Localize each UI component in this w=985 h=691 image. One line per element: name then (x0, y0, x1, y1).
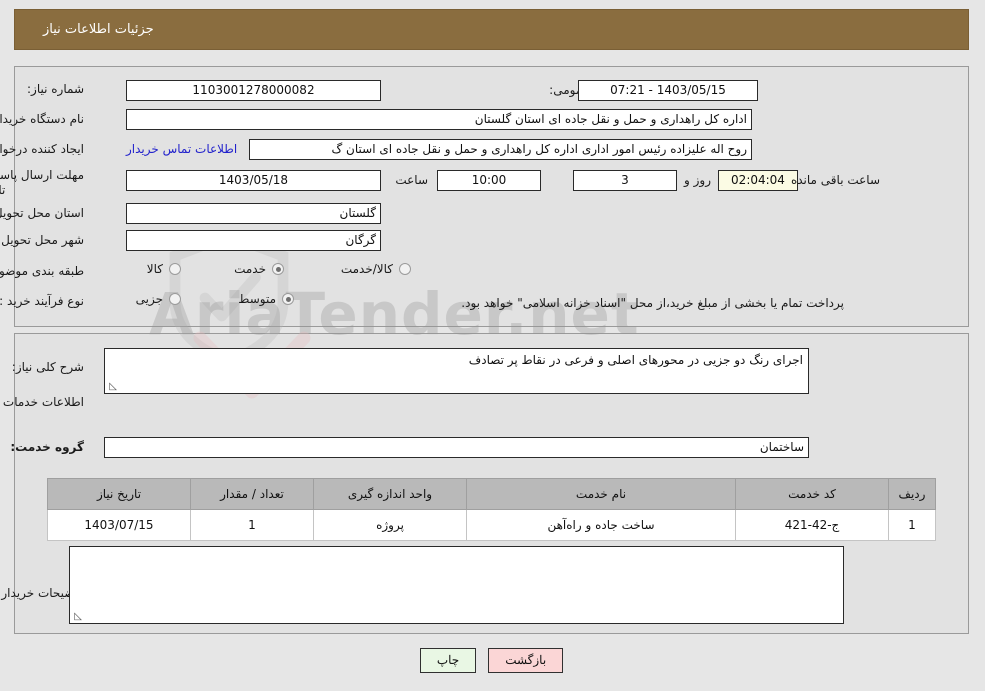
requester-value: روح اله علیزاده رئیس امور اداری اداره کل… (250, 139, 753, 160)
need-description-value: اجرای رنگ دو جزیی در محورهای اصلی و فرعی… (469, 353, 804, 367)
radio-indicator[interactable] (283, 293, 295, 305)
buyer-contact-link[interactable]: اطلاعات تماس خریدار (127, 142, 238, 156)
purchase-process-label: نوع فرآیند خرید : (0, 294, 85, 308)
buyer-organization-label: نام دستگاه خریدار: (0, 112, 85, 126)
col-code: کد خدمت (736, 478, 890, 510)
need-description-label: شرح کلی نیاز: (12, 360, 85, 374)
table-header-row: ردیف کد خدمت نام خدمت واحد اندازه گیری ت… (48, 478, 937, 510)
countdown-label: ساعت باقی مانده (791, 173, 881, 187)
category-option-label: کالا (147, 262, 164, 276)
payment-note: پرداخت تمام یا بخشی از مبلغ خرید،از محل … (462, 296, 845, 310)
delivery-province-label: استان محل تحویل: (0, 206, 85, 220)
deadline-date-value: 1403/05/18 (127, 170, 382, 191)
cell-code: ج-42-421 (736, 509, 890, 541)
buyer-organization-value: اداره کل راهداری و حمل و نقل جاده ای است… (127, 109, 753, 130)
category-option-label: کالا/خدمت (341, 262, 394, 276)
resize-grip-icon[interactable]: ◺ (108, 382, 118, 392)
category-radio-kala-khedmat[interactable]: کالا/خدمت (342, 262, 412, 276)
buyer-notes-textarea[interactable]: ◺ (70, 546, 845, 624)
page-title: جزئیات اطلاعات نیاز (44, 22, 155, 37)
col-name: نام خدمت (467, 478, 737, 510)
col-unit: واحد اندازه گیری (314, 478, 468, 510)
delivery-province-value: گلستان (127, 203, 382, 224)
need-summary-panel (15, 66, 970, 327)
deadline-time-value: 10:00 (438, 170, 542, 191)
cell-quantity: 1 (191, 509, 315, 541)
radio-indicator[interactable] (400, 263, 412, 275)
category-radio-kala[interactable]: کالا (148, 262, 182, 276)
need-description-textarea[interactable]: اجرای رنگ دو جزیی در محورهای اصلی و فرعی… (105, 348, 810, 394)
table-row: 1 ج-42-421 ساخت جاده و راه‌آهن پروژه 1 1… (48, 509, 937, 541)
print-button[interactable]: چاپ (420, 648, 478, 673)
need-number-value: 1103001278000082 (127, 80, 382, 101)
delivery-city-value: گرگان (127, 230, 382, 251)
category-label: طبقه بندی موضوعی: (0, 264, 85, 278)
col-index: ردیف (889, 478, 937, 510)
process-radio-jozii[interactable]: جزیی (137, 292, 182, 306)
process-option-label: جزیی (136, 292, 164, 306)
days-left-value: 3 (574, 170, 678, 191)
page-header: جزئیات اطلاعات نیاز (15, 9, 970, 50)
process-radio-motavaset[interactable]: متوسط (239, 292, 295, 306)
category-radio-khedmat[interactable]: خدمت (235, 262, 285, 276)
hour-label: ساعت (396, 173, 429, 187)
delivery-city-label: شهر محل تحویل: (0, 233, 85, 247)
col-date: تاریخ نیاز (48, 478, 192, 510)
days-label: روز و (685, 173, 712, 187)
need-number-label: شماره نیاز: (28, 82, 85, 96)
announcement-datetime-value: 1403/05/15 - 07:21 (579, 80, 759, 101)
deadline-label: مهلت ارسال پاسخ: تا تاریخ: (0, 168, 85, 198)
service-group-label: گروه خدمت: (11, 440, 85, 454)
col-quantity: تعداد / مقدار (191, 478, 315, 510)
deadline-label-line1: مهلت ارسال پاسخ: تا (0, 168, 85, 182)
radio-indicator[interactable] (170, 293, 182, 305)
services-table: ردیف کد خدمت نام خدمت واحد اندازه گیری ت… (48, 478, 937, 541)
back-button[interactable]: بازگشت (489, 648, 565, 673)
process-option-label: متوسط (239, 292, 277, 306)
cell-name: ساخت جاده و راه‌آهن (467, 509, 737, 541)
action-button-bar: بازگشت چاپ (0, 648, 985, 673)
services-info-title: اطلاعات خدمات مورد نیاز (0, 395, 85, 409)
deadline-label-line2: تاریخ: (0, 183, 7, 197)
requester-label: ایجاد کننده درخواست: (0, 142, 85, 156)
category-option-label: خدمت (235, 262, 267, 276)
radio-indicator[interactable] (273, 263, 285, 275)
resize-grip-icon[interactable]: ◺ (73, 612, 83, 622)
cell-index: 1 (889, 509, 937, 541)
radio-indicator[interactable] (170, 263, 182, 275)
cell-date: 1403/07/15 (48, 509, 192, 541)
need-number-row: شماره نیاز: (28, 82, 85, 96)
cell-unit: پروژه (314, 509, 468, 541)
service-group-value: ساختمان (105, 437, 810, 458)
countdown-value: 02:04:04 (719, 170, 799, 191)
